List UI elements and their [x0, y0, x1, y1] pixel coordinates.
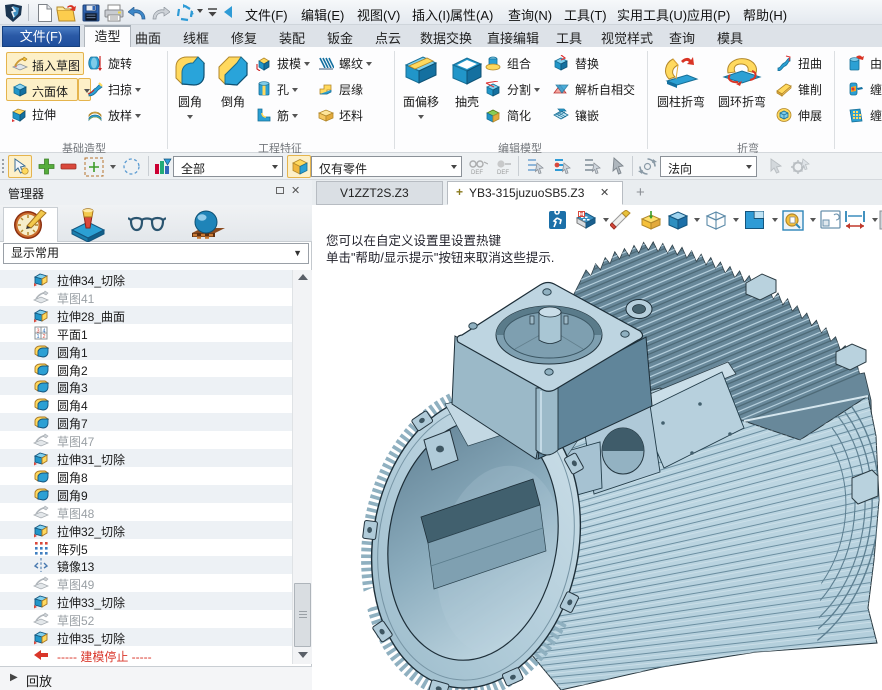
svg-text:DEF: DEF	[497, 170, 509, 175]
svg-text:DEF: DEF	[471, 170, 483, 175]
